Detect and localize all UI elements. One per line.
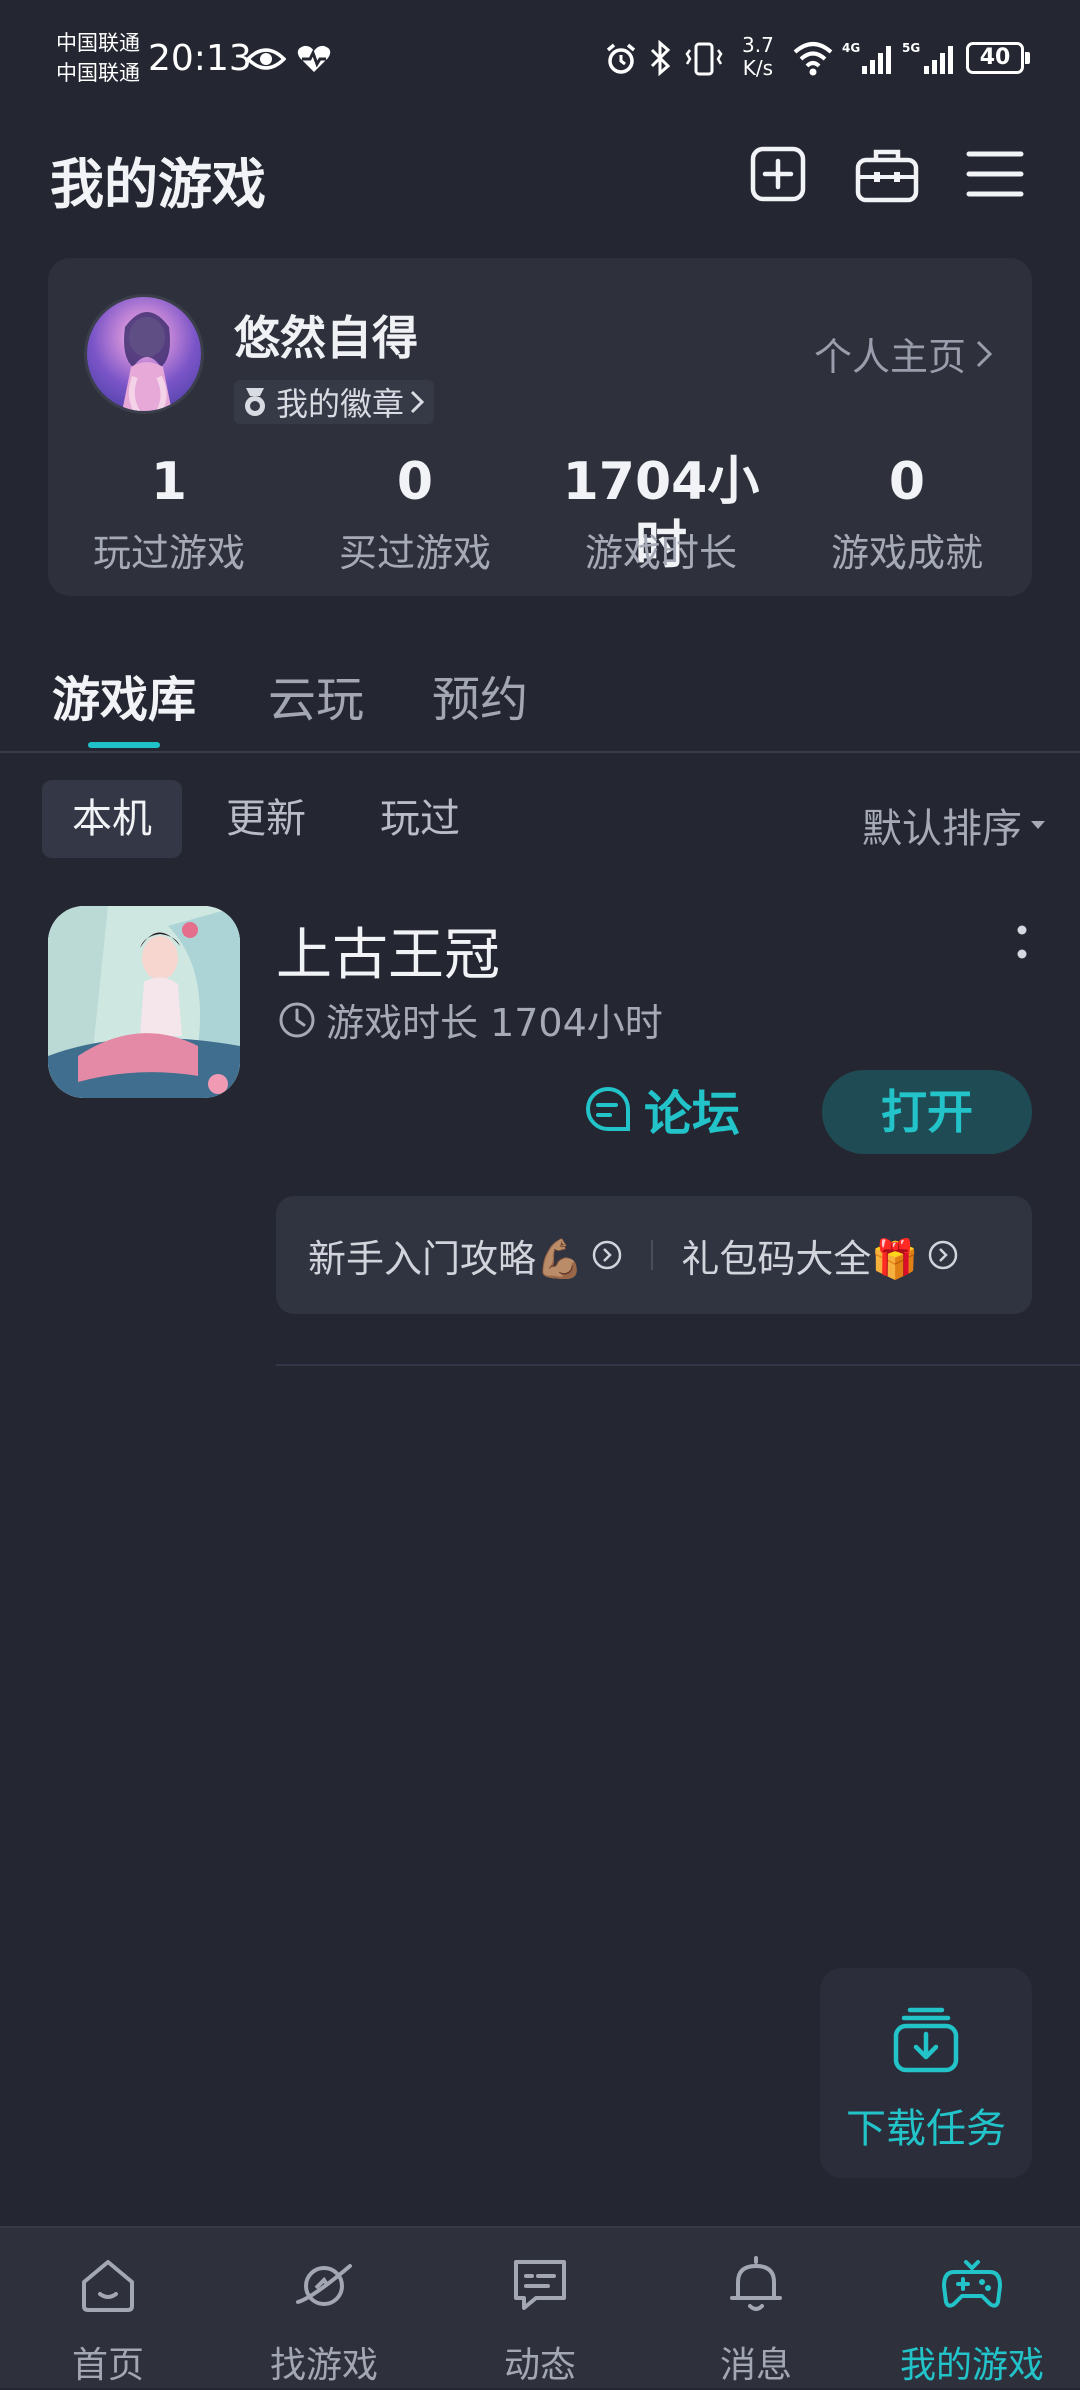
avatar[interactable] [84, 294, 204, 414]
chevron-right-icon [976, 339, 992, 369]
download-tray-icon [890, 2004, 962, 2076]
stat-achievements[interactable]: 0 游戏成就 [784, 450, 1030, 577]
toolbox-icon[interactable] [854, 144, 920, 204]
nav-label: 找游戏 [269, 2345, 378, 2386]
nav-label: 我的游戏 [899, 2345, 1044, 2386]
eye-icon [246, 44, 286, 74]
badge-chip[interactable]: 我的徽章 [234, 380, 435, 424]
menu-icon[interactable] [966, 148, 1024, 200]
guide-gift-codes-label: 礼包码大全🎁 [681, 1236, 919, 1281]
planet-icon [292, 2252, 356, 2316]
nav-label: 动态 [503, 2345, 576, 2386]
page-title: 我的游戏 [50, 153, 266, 216]
profile-card: 悠然自得 我的徽章 个人主页 1 玩过游戏 0 买过游戏 1704小时 游戏时长… [48, 258, 1032, 596]
nav-my-games[interactable]: 我的游戏 [864, 2228, 1080, 2390]
download-tasks-label: 下载任务 [846, 2106, 1006, 2152]
nav-feed[interactable]: 动态 [432, 2228, 648, 2390]
wifi-icon [792, 40, 834, 76]
carrier-1: 中国联通 [56, 31, 140, 55]
nav-find-games[interactable]: 找游戏 [216, 2228, 432, 2390]
profile-home-link[interactable]: 个人主页 [814, 326, 992, 381]
network-speed: 3.7 K/s [742, 33, 774, 80]
stat-label: 玩过游戏 [92, 531, 245, 575]
guide-links: 新手入门攻略💪🏽 礼包码大全🎁 [276, 1196, 1032, 1314]
bell-icon [724, 2252, 788, 2316]
filter-updates[interactable]: 更新 [196, 780, 336, 858]
filter-played[interactable]: 玩过 [350, 780, 490, 858]
guide-divider [651, 1240, 654, 1270]
vibrate-icon [684, 42, 724, 76]
stat-label: 买过游戏 [338, 531, 491, 575]
play-time-text: 游戏时长 1704小时 [326, 1001, 663, 1045]
stat-label: 游戏时长 [584, 531, 737, 575]
chevron-right-icon [410, 390, 425, 414]
tab-cloud-play[interactable]: 云玩 [268, 660, 364, 730]
circle-chevron-icon [927, 1239, 959, 1271]
svg-text:5G: 5G [902, 41, 920, 55]
battery-indicator: 40 [966, 42, 1030, 74]
clock-icon [278, 1001, 316, 1039]
stat-played[interactable]: 1 玩过游戏 [46, 450, 292, 577]
guide-gift-codes[interactable]: 礼包码大全🎁 [681, 1228, 958, 1283]
sort-label: 默认排序 [862, 806, 1022, 852]
tab-game-library[interactable]: 游戏库 [52, 660, 196, 730]
tab-reservation[interactable]: 预约 [432, 660, 528, 730]
forum-icon [584, 1085, 632, 1133]
badge-label: 我的徽章 [276, 385, 405, 423]
stat-value: 0 [888, 452, 926, 512]
game-icon[interactable] [48, 906, 240, 1098]
sort-dropdown[interactable]: 默认排序 [862, 796, 1046, 854]
row-divider [276, 1364, 1080, 1366]
nav-label: 消息 [719, 2345, 792, 2386]
stat-value: 0 [396, 452, 434, 512]
bluetooth-icon [648, 40, 672, 76]
home-icon [76, 2252, 140, 2316]
nav-messages[interactable]: 消息 [648, 2228, 864, 2390]
gamepad-icon [940, 2252, 1004, 2316]
stat-value: 1 [150, 452, 188, 512]
profile-home-label: 个人主页 [813, 335, 966, 379]
chat-icon [508, 2252, 572, 2316]
alarm-icon [604, 42, 638, 76]
stat-bought[interactable]: 0 买过游戏 [292, 450, 538, 577]
tabs-divider [0, 751, 1080, 753]
open-game-button[interactable]: 打开 [822, 1070, 1032, 1154]
heart-rate-icon [296, 44, 332, 74]
svg-text:4G: 4G [842, 41, 860, 55]
more-options-icon[interactable] [1010, 922, 1034, 962]
forum-button[interactable]: 论坛 [584, 1074, 740, 1144]
medal-icon [240, 386, 270, 418]
nav-label: 首页 [71, 2345, 144, 2386]
nav-home[interactable]: 首页 [0, 2228, 216, 2390]
signal-5g-icon: 5G [902, 40, 958, 76]
stat-label: 游戏成就 [830, 531, 983, 575]
game-name[interactable]: 上古王冠 [276, 910, 500, 991]
bottom-nav: 首页 找游戏 动态 消息 我的游戏 [0, 2226, 1080, 2388]
status-bar: 中国联通 中国联通 20:13 3.7 K/s 4G 5G 40 [0, 0, 1080, 110]
signal-4g-icon: 4G [842, 40, 894, 76]
caret-down-icon [1030, 819, 1046, 831]
forum-label: 论坛 [644, 1086, 741, 1142]
stat-playtime[interactable]: 1704小时 游戏时长 [538, 450, 784, 577]
guide-beginner[interactable]: 新手入门攻略💪🏽 [308, 1228, 623, 1283]
game-play-time: 游戏时长 1704小时 [278, 992, 663, 1047]
stat-value: 1704小时 [562, 452, 760, 576]
tab-indicator [88, 742, 160, 748]
guide-beginner-label: 新手入门攻略💪🏽 [308, 1236, 584, 1281]
filter-local[interactable]: 本机 [42, 780, 182, 858]
status-time: 20:13 [148, 38, 252, 79]
username: 悠然自得 [234, 311, 418, 365]
carrier-2: 中国联通 [56, 61, 140, 85]
download-tasks-button[interactable]: 下载任务 [820, 1968, 1032, 2178]
add-icon[interactable] [748, 144, 808, 204]
circle-chevron-icon [591, 1239, 623, 1271]
